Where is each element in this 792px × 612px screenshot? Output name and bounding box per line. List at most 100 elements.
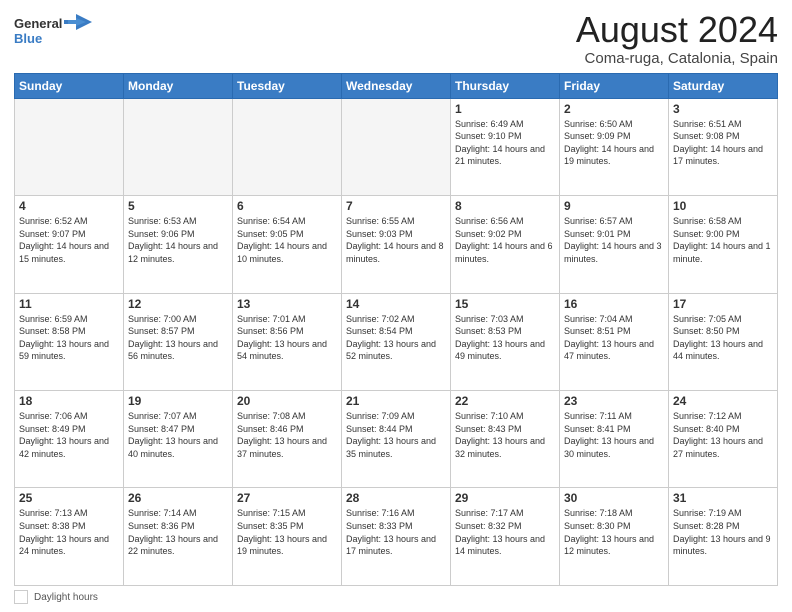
day-info: Sunrise: 6:59 AM Sunset: 8:58 PM Dayligh… <box>19 313 119 363</box>
daylight-label: Daylight hours <box>34 592 98 603</box>
day-info: Sunrise: 7:00 AM Sunset: 8:57 PM Dayligh… <box>128 313 228 363</box>
day-number: 25 <box>19 491 119 505</box>
weekday-header-wednesday: Wednesday <box>342 73 451 98</box>
day-info: Sunrise: 7:13 AM Sunset: 8:38 PM Dayligh… <box>19 507 119 557</box>
day-info: Sunrise: 7:07 AM Sunset: 8:47 PM Dayligh… <box>128 410 228 460</box>
logo: General Blue <box>14 10 94 55</box>
page: General Blue August 2024 Coma-ruga, Cata… <box>0 0 792 612</box>
day-cell: 26 Sunrise: 7:14 AM Sunset: 8:36 PM Dayli… <box>124 488 233 586</box>
day-info: Sunrise: 6:55 AM Sunset: 9:03 PM Dayligh… <box>346 215 446 265</box>
weekday-header-monday: Monday <box>124 73 233 98</box>
day-number: 8 <box>455 199 555 213</box>
day-number: 11 <box>19 297 119 311</box>
day-number: 1 <box>455 102 555 116</box>
day-number: 17 <box>673 297 773 311</box>
day-cell <box>233 98 342 195</box>
day-info: Sunrise: 7:17 AM Sunset: 8:32 PM Dayligh… <box>455 507 555 557</box>
day-number: 26 <box>128 491 228 505</box>
day-number: 3 <box>673 102 773 116</box>
day-cell: 4Sunrise: 6:52 AM Sunset: 9:07 PM Daylig… <box>15 196 124 293</box>
day-cell: 23 Sunrise: 7:11 AM Sunset: 8:41 PM Dayli… <box>560 391 669 488</box>
day-number: 16 <box>564 297 664 311</box>
day-number: 23 <box>564 394 664 408</box>
day-cell: 24Sunrise: 7:12 AM Sunset: 8:40 PM Dayli… <box>669 391 778 488</box>
day-info: Sunrise: 7:03 AM Sunset: 8:53 PM Dayligh… <box>455 313 555 363</box>
day-cell: 21Sunrise: 7:09 AM Sunset: 8:44 PM Dayli… <box>342 391 451 488</box>
day-info: Sunrise: 7:16 AM Sunset: 8:33 PM Dayligh… <box>346 507 446 557</box>
day-info: Sunrise: 7:11 AM Sunset: 8:41 PM Dayligh… <box>564 410 664 460</box>
day-cell: 19 Sunrise: 7:07 AM Sunset: 8:47 PM Dayli… <box>124 391 233 488</box>
day-number: 24 <box>673 394 773 408</box>
day-info: Sunrise: 6:51 AM Sunset: 9:08 PM Dayligh… <box>673 118 773 168</box>
day-number: 4 <box>19 199 119 213</box>
week-row-1: 1Sunrise: 6:49 AM Sunset: 9:10 PM Daylig… <box>15 98 778 195</box>
day-cell: 9 Sunrise: 6:57 AM Sunset: 9:01 PM Daylig… <box>560 196 669 293</box>
day-number: 14 <box>346 297 446 311</box>
calendar-table: SundayMondayTuesdayWednesdayThursdayFrid… <box>14 73 778 586</box>
day-number: 13 <box>237 297 337 311</box>
day-number: 31 <box>673 491 773 505</box>
day-number: 30 <box>564 491 664 505</box>
day-number: 12 <box>128 297 228 311</box>
weekday-header-sunday: Sunday <box>15 73 124 98</box>
day-cell: 17 Sunrise: 7:05 AM Sunset: 8:50 PM Dayli… <box>669 293 778 390</box>
day-info: Sunrise: 7:19 AM Sunset: 8:28 PM Dayligh… <box>673 507 773 557</box>
day-cell <box>15 98 124 195</box>
day-info: Sunrise: 7:02 AM Sunset: 8:54 PM Dayligh… <box>346 313 446 363</box>
day-cell: 8Sunrise: 6:56 AM Sunset: 9:02 PM Daylig… <box>451 196 560 293</box>
day-cell: 30 Sunrise: 7:18 AM Sunset: 8:30 PM Dayli… <box>560 488 669 586</box>
day-cell: 22 Sunrise: 7:10 AM Sunset: 8:43 PM Dayli… <box>451 391 560 488</box>
day-cell: 31 Sunrise: 7:19 AM Sunset: 8:28 PM Dayli… <box>669 488 778 586</box>
day-number: 29 <box>455 491 555 505</box>
day-number: 28 <box>346 491 446 505</box>
weekday-header-row: SundayMondayTuesdayWednesdayThursdayFrid… <box>15 73 778 98</box>
day-info: Sunrise: 6:50 AM Sunset: 9:09 PM Dayligh… <box>564 118 664 168</box>
header: General Blue August 2024 Coma-ruga, Cata… <box>14 10 778 67</box>
day-info: Sunrise: 7:18 AM Sunset: 8:30 PM Dayligh… <box>564 507 664 557</box>
day-cell: 15 Sunrise: 7:03 AM Sunset: 8:53 PM Dayli… <box>451 293 560 390</box>
day-info: Sunrise: 6:53 AM Sunset: 9:06 PM Dayligh… <box>128 215 228 265</box>
day-info: Sunrise: 6:57 AM Sunset: 9:01 PM Dayligh… <box>564 215 664 265</box>
week-row-4: 18 Sunrise: 7:06 AM Sunset: 8:49 PM Dayli… <box>15 391 778 488</box>
day-cell: 5 Sunrise: 6:53 AM Sunset: 9:06 PM Daylig… <box>124 196 233 293</box>
day-info: Sunrise: 6:58 AM Sunset: 9:00 PM Dayligh… <box>673 215 773 265</box>
day-info: Sunrise: 7:05 AM Sunset: 8:50 PM Dayligh… <box>673 313 773 363</box>
day-number: 21 <box>346 394 446 408</box>
day-cell: 7 Sunrise: 6:55 AM Sunset: 9:03 PM Daylig… <box>342 196 451 293</box>
day-number: 19 <box>128 394 228 408</box>
day-cell: 16 Sunrise: 7:04 AM Sunset: 8:51 PM Dayli… <box>560 293 669 390</box>
day-number: 22 <box>455 394 555 408</box>
day-info: Sunrise: 7:06 AM Sunset: 8:49 PM Dayligh… <box>19 410 119 460</box>
day-number: 6 <box>237 199 337 213</box>
day-info: Sunrise: 7:04 AM Sunset: 8:51 PM Dayligh… <box>564 313 664 363</box>
week-row-5: 25 Sunrise: 7:13 AM Sunset: 8:38 PM Dayli… <box>15 488 778 586</box>
weekday-header-friday: Friday <box>560 73 669 98</box>
day-number: 2 <box>564 102 664 116</box>
day-info: Sunrise: 7:08 AM Sunset: 8:46 PM Dayligh… <box>237 410 337 460</box>
weekday-header-thursday: Thursday <box>451 73 560 98</box>
day-cell: 1Sunrise: 6:49 AM Sunset: 9:10 PM Daylig… <box>451 98 560 195</box>
month-title: August 2024 <box>576 10 778 50</box>
day-number: 10 <box>673 199 773 213</box>
day-number: 18 <box>19 394 119 408</box>
day-number: 9 <box>564 199 664 213</box>
daylight-box <box>14 590 28 604</box>
svg-text:Blue: Blue <box>14 31 42 46</box>
day-number: 7 <box>346 199 446 213</box>
day-cell: 2 Sunrise: 6:50 AM Sunset: 9:09 PM Daylig… <box>560 98 669 195</box>
weekday-header-saturday: Saturday <box>669 73 778 98</box>
day-number: 15 <box>455 297 555 311</box>
title-area: August 2024 Coma-ruga, Catalonia, Spain <box>576 10 778 67</box>
day-info: Sunrise: 7:14 AM Sunset: 8:36 PM Dayligh… <box>128 507 228 557</box>
day-cell: 20Sunrise: 7:08 AM Sunset: 8:46 PM Dayli… <box>233 391 342 488</box>
day-cell: 12 Sunrise: 7:00 AM Sunset: 8:57 PM Dayli… <box>124 293 233 390</box>
weekday-header-tuesday: Tuesday <box>233 73 342 98</box>
day-number: 27 <box>237 491 337 505</box>
day-info: Sunrise: 7:10 AM Sunset: 8:43 PM Dayligh… <box>455 410 555 460</box>
day-cell <box>342 98 451 195</box>
day-cell: 28 Sunrise: 7:16 AM Sunset: 8:33 PM Dayli… <box>342 488 451 586</box>
footer: Daylight hours <box>14 590 778 604</box>
day-number: 5 <box>128 199 228 213</box>
day-cell <box>124 98 233 195</box>
day-info: Sunrise: 6:54 AM Sunset: 9:05 PM Dayligh… <box>237 215 337 265</box>
